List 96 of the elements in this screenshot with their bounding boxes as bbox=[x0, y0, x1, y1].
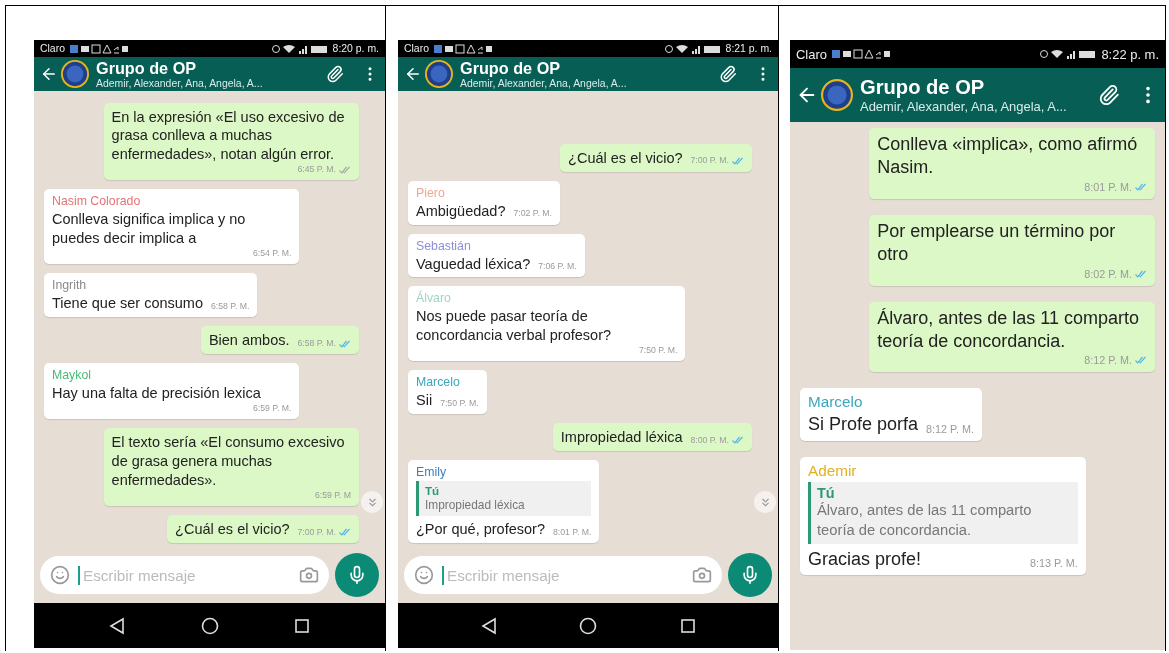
message-time: 7:50 P. M. bbox=[440, 397, 479, 410]
message-time: 8:12 P. M. bbox=[1084, 353, 1132, 368]
chat-participants: Ademir, Alexander, Ana, Angela, A... bbox=[460, 78, 628, 89]
sender-name: Marcelo bbox=[808, 393, 864, 412]
sender-name: Emily bbox=[416, 465, 448, 480]
message-time: 8:02 P. M. bbox=[1084, 266, 1132, 281]
sender-name: Maykol bbox=[52, 368, 92, 383]
carrier-name: Claro bbox=[40, 43, 65, 54]
camera-icon[interactable] bbox=[692, 565, 712, 585]
back-triangle-icon[interactable] bbox=[480, 616, 497, 635]
quoted-message[interactable]: Tú Impropiedad léxica bbox=[416, 481, 592, 517]
quote-text: Álvaro, antes de las 11 comparto teoría de concordancia. bbox=[817, 500, 1033, 540]
message-text: Tiene que ser consumo bbox=[52, 294, 203, 314]
microphone-icon bbox=[740, 565, 760, 585]
message-time: 7:00 P. M. bbox=[297, 526, 336, 538]
clock-time: 8:21 p. m. bbox=[725, 43, 772, 54]
message-text: Álvaro, antes de las 11 comparto teoría de concordancia. bbox=[877, 306, 1140, 353]
message-input[interactable]: Escribir mensaje bbox=[442, 565, 684, 585]
message-text: Bien ambos. bbox=[208, 331, 290, 351]
message-time: 8:00 P. M. bbox=[690, 434, 729, 447]
message-text: Impropiedad léxica bbox=[560, 428, 683, 448]
message-text: Conlleva «implica», como afirmó Nasim. bbox=[877, 133, 1139, 180]
message-text: Ambigüedad? bbox=[416, 201, 506, 221]
group-avatar-icon bbox=[425, 60, 453, 88]
message-time: 8:01 P. M. bbox=[1084, 179, 1132, 194]
message-time: 7:02 P. M. bbox=[513, 208, 552, 220]
message-text: Por emplearse un término por otro bbox=[877, 219, 1117, 267]
emoji-icon[interactable] bbox=[414, 565, 434, 585]
message-input[interactable]: Escribir mensaje bbox=[78, 565, 291, 585]
chat-participants: Ademir, Alexander, Ana, Angela, A... bbox=[96, 78, 264, 89]
message-text: Hay una falta de precisión lexica bbox=[52, 384, 261, 403]
camera-icon[interactable] bbox=[299, 565, 319, 585]
quote-text: Impropiedad léxica bbox=[425, 497, 526, 514]
group-avatar-icon bbox=[61, 60, 89, 88]
message-text: El texto sería «El consumo excesivo de grasa genera muchas enfermedades». bbox=[111, 433, 346, 490]
message-input-field[interactable]: Escribir mensaje bbox=[404, 556, 722, 594]
back-triangle-icon[interactable] bbox=[109, 616, 126, 635]
home-circle-icon[interactable] bbox=[200, 616, 219, 635]
chat-title: Grupo de OP bbox=[96, 59, 198, 78]
message-text: ¿Por qué, profesor? bbox=[416, 520, 545, 539]
emoji-icon[interactable] bbox=[50, 565, 70, 585]
message-input-field[interactable]: Escribir mensaje bbox=[40, 556, 329, 594]
home-circle-icon[interactable] bbox=[579, 616, 597, 635]
message-time: 8:13 P. M. bbox=[1029, 556, 1078, 571]
clock-time: 8:22 p. m. bbox=[1101, 46, 1159, 62]
quote-author: Tú bbox=[425, 484, 441, 498]
system-status-icons-drawing bbox=[271, 43, 328, 54]
sender-name: Álvaro bbox=[416, 291, 452, 306]
sender-name: Nasim Colorado bbox=[52, 194, 142, 209]
microphone-button[interactable] bbox=[335, 553, 379, 597]
message-text: Vaguedad léxica? bbox=[416, 254, 531, 274]
microphone-button[interactable] bbox=[728, 553, 772, 597]
chat-title: Grupo de OP bbox=[460, 59, 562, 78]
message-text: Sii bbox=[416, 391, 433, 411]
clock-time: 8:20 p. m. bbox=[332, 43, 379, 54]
message-text: ¿Cuál es el vicio? bbox=[568, 148, 683, 168]
system-status-icons-drawing bbox=[1040, 49, 1097, 59]
message-time: 6:59 P. M. bbox=[252, 403, 292, 415]
carrier-name: Claro bbox=[404, 43, 429, 54]
message-text: En la expresión «El uso excesivo de grasa conlleva a muchas enfermedades», notan algún error. bbox=[111, 107, 346, 165]
message-text: Si Profe porfa bbox=[808, 413, 919, 437]
paperclip-icon[interactable] bbox=[719, 65, 737, 83]
paperclip-icon[interactable] bbox=[326, 65, 344, 83]
sender-name: Ingrith bbox=[52, 278, 88, 293]
message-time: 6:59 P. M bbox=[314, 489, 351, 502]
system-status-icons-drawing bbox=[664, 43, 721, 54]
message-time: 8:12 P. M. bbox=[926, 421, 974, 436]
message-time: 7:00 P. M. bbox=[690, 155, 729, 167]
message-time: 8:01 P. M. bbox=[552, 526, 592, 538]
chat-participants: Ademir, Alexander, Ana, Angela, A... bbox=[860, 99, 1068, 114]
notification-icons-drawing bbox=[433, 43, 492, 54]
group-avatar-icon bbox=[821, 79, 853, 111]
sender-name: Ademir bbox=[808, 461, 858, 480]
carrier-name: Claro bbox=[796, 46, 827, 62]
microphone-icon bbox=[347, 565, 367, 585]
quote-author: Tú bbox=[817, 484, 836, 501]
sender-name: Sebastián bbox=[416, 238, 472, 253]
recents-square-icon[interactable] bbox=[293, 617, 310, 634]
paperclip-icon[interactable] bbox=[1098, 84, 1120, 106]
recents-square-icon[interactable] bbox=[679, 617, 696, 634]
notification-icons-drawing bbox=[831, 49, 890, 59]
message-text: Conlleva significa implica y no puedes decir implica a bbox=[52, 210, 247, 249]
sender-name: Piero bbox=[416, 185, 446, 200]
message-time: 7:50 P. M. bbox=[638, 345, 678, 357]
notification-icons-drawing bbox=[69, 43, 128, 54]
chat-title: Grupo de OP bbox=[860, 76, 986, 99]
quoted-message[interactable]: Tú Álvaro, antes de las 11 comparto teoría de concordancia. bbox=[808, 481, 1078, 544]
message-time: 6:58 P. M. bbox=[297, 337, 336, 350]
message-time: 6:54 P. M. bbox=[252, 248, 292, 260]
message-text: Nos puede pasar teoría de concordancia verbal profesor? bbox=[416, 307, 613, 346]
message-text: ¿Cuál es el vicio? bbox=[175, 520, 290, 539]
message-time: 6:45 P. M. bbox=[297, 164, 336, 176]
message-time: 7:06 P. M. bbox=[538, 261, 577, 273]
message-time: 6:58 P. M. bbox=[211, 301, 250, 313]
sender-name: Marcelo bbox=[416, 375, 461, 390]
message-text: Gracias profe! bbox=[808, 547, 922, 571]
